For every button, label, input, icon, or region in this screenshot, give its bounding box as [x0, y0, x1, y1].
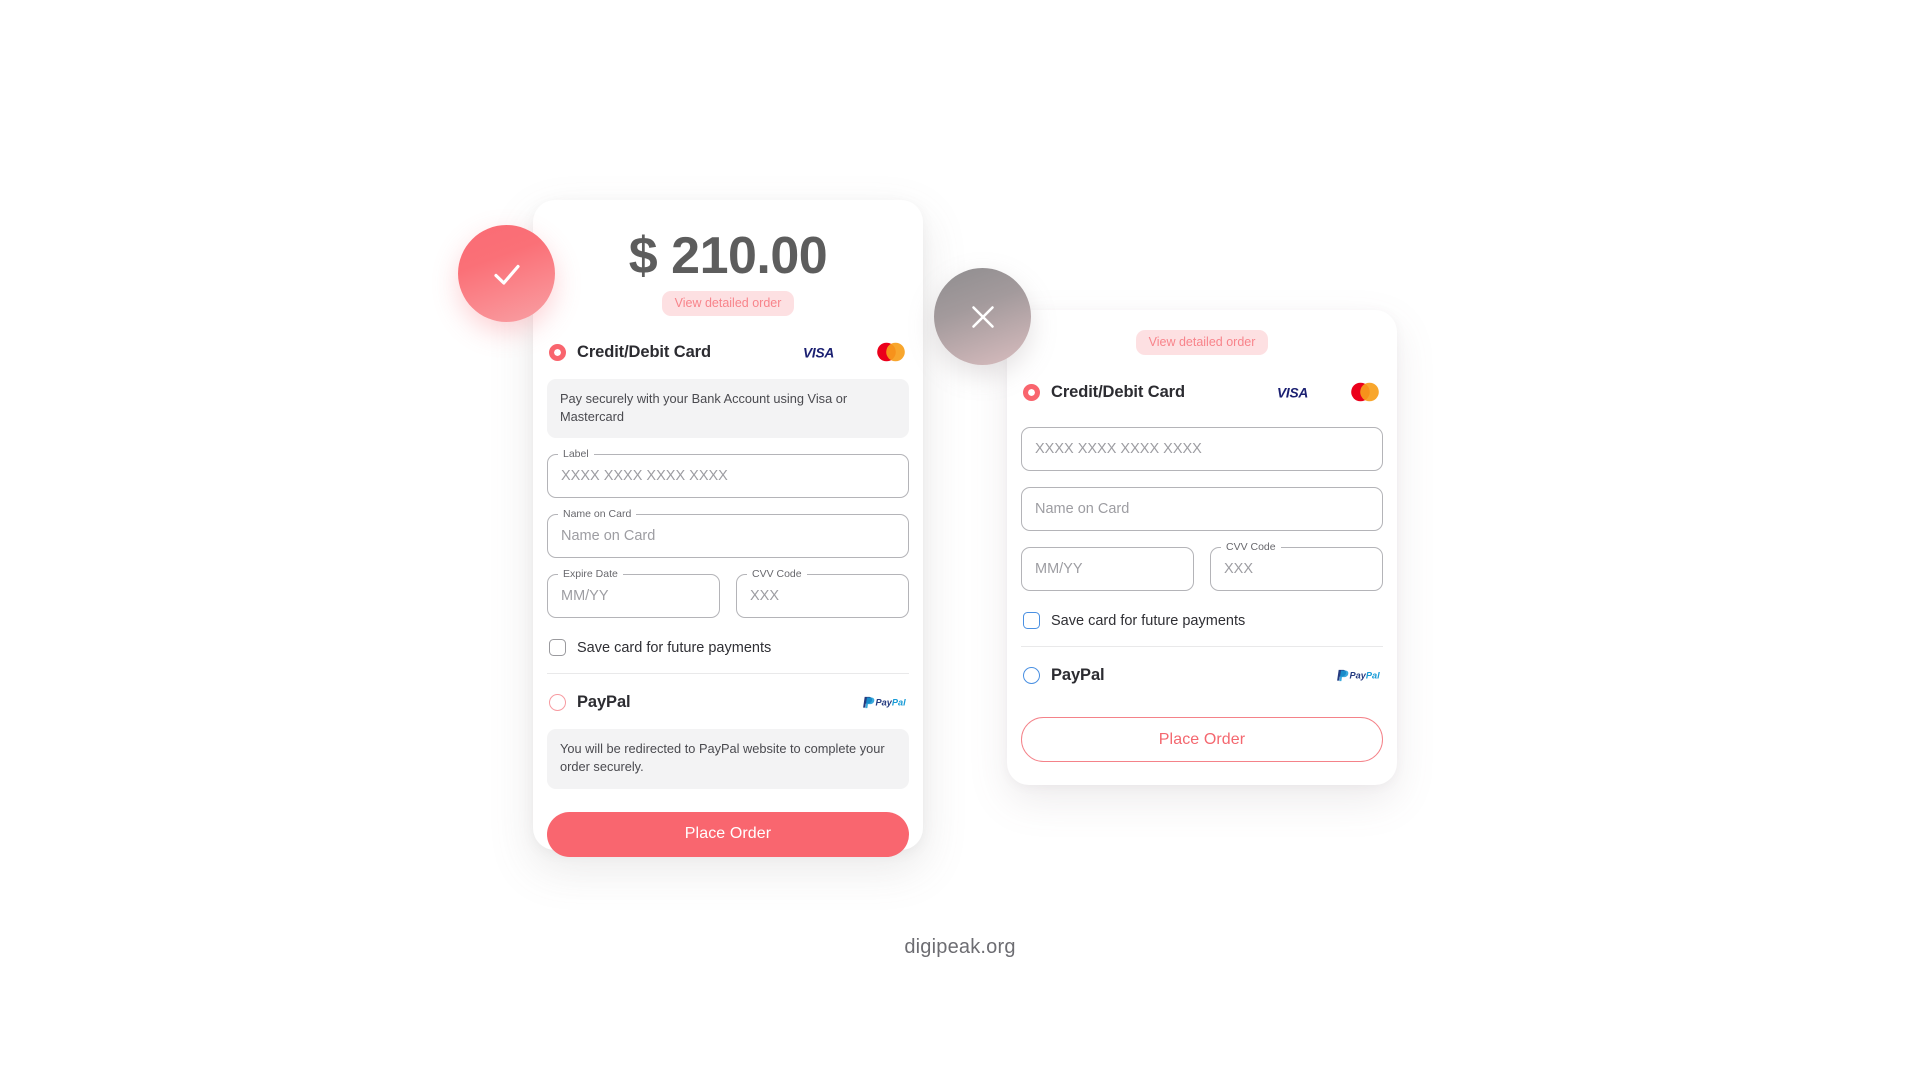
detail-pill-primary-container: View detailed order [533, 291, 923, 316]
field-expire-date-secondary [1021, 547, 1194, 591]
view-detailed-order-link-secondary[interactable]: View detailed order [1135, 330, 1269, 355]
paypal-note-primary: You will be redirected to PayPal website… [547, 729, 909, 789]
detail-pill-secondary-container: View detailed order [1007, 330, 1397, 355]
field-label-cvv-code-secondary: CVV Code [1221, 540, 1281, 554]
card-number-input-primary[interactable] [547, 454, 909, 499]
field-cvv-code-primary: CVV Code [736, 567, 909, 619]
view-detailed-order-link-primary[interactable]: View detailed order [661, 291, 795, 316]
field-name-on-card-secondary [1021, 487, 1383, 531]
field-card-number-secondary [1021, 427, 1383, 471]
section-divider-primary [547, 673, 909, 675]
method-credit-card-secondary[interactable]: Credit/Debit Card VISA [1021, 375, 1383, 409]
expire-date-input-secondary[interactable] [1021, 547, 1194, 591]
method-paypal-secondary[interactable]: PayPal Pay Pal [1021, 658, 1383, 692]
check-icon [493, 264, 520, 285]
radio-paypal-primary[interactable] [549, 693, 566, 711]
save-card-label-secondary: Save card for future payments [1051, 612, 1246, 629]
method-label-paypal-primary: PayPal [577, 692, 631, 711]
save-card-row-secondary[interactable]: Save card for future payments [1021, 612, 1383, 629]
screenshot-root: $ 210.00 View detailed order Credit/Debi… [0, 0, 1920, 1080]
section-divider-secondary [1021, 646, 1383, 647]
success-status-badge [458, 225, 555, 322]
method-label-credit-card-secondary: Credit/Debit Card [1051, 382, 1185, 401]
field-card-number-primary: Label [547, 447, 909, 499]
name-on-card-input-secondary[interactable] [1021, 487, 1383, 531]
primary-card-body: Credit/Debit Card VISA Pay securely with… [533, 335, 923, 857]
expiry-cvv-row-secondary: CVV Code [1021, 531, 1383, 591]
field-name-on-card-primary: Name on Card [547, 507, 909, 559]
order-amount: $ 210.00 [628, 227, 828, 285]
svg-text:Pal: Pal [892, 698, 906, 708]
svg-text:Pal: Pal [1366, 671, 1380, 681]
method-paypal-primary[interactable]: PayPal Pay Pal [547, 685, 909, 719]
radio-credit-card-secondary[interactable] [1023, 383, 1040, 401]
radio-paypal-secondary[interactable] [1023, 666, 1040, 684]
field-label-card-number-primary: Label [558, 447, 594, 462]
mastercard-logo [877, 342, 905, 362]
expiry-cvv-row-primary: Expire Date CVV Code [547, 558, 909, 619]
visa-logo: VISA [1277, 385, 1308, 399]
svg-text:VISA: VISA [1277, 385, 1308, 399]
field-label-expire-date-primary: Expire Date [558, 567, 623, 582]
paypal-logo-container-primary: Pay Pal [861, 695, 907, 709]
field-label-cvv-code-primary: CVV Code [747, 567, 807, 582]
error-status-badge [934, 268, 1031, 365]
svg-text:Pay: Pay [875, 698, 892, 708]
save-card-row-primary[interactable]: Save card for future payments [547, 639, 909, 657]
field-expire-date-primary: Expire Date [547, 567, 720, 619]
svg-text:VISA: VISA [803, 345, 834, 359]
close-icon [971, 305, 994, 328]
method-credit-card-primary[interactable]: Credit/Debit Card VISA [547, 335, 909, 369]
secondary-card-body: Credit/Debit Card VISA XXXX XXXX XXXX XX… [1007, 375, 1397, 762]
svg-text:Pay: Pay [1349, 671, 1366, 681]
field-label-name-on-card-primary: Name on Card [558, 507, 637, 522]
method-label-paypal-secondary: PayPal [1051, 665, 1105, 684]
card-number-input-secondary[interactable] [1021, 427, 1383, 471]
radio-credit-card-primary[interactable] [549, 343, 566, 361]
paypal-logo: Pay Pal [863, 697, 906, 709]
save-card-label-primary: Save card for future payments [577, 639, 772, 656]
footer-brand: digipeak.org [904, 936, 1016, 958]
paypal-logo-container-secondary: Pay Pal [1335, 668, 1381, 682]
paypal-logo: Pay Pal [1337, 669, 1380, 682]
field-cvv-code-secondary: CVV Code [1210, 540, 1383, 591]
mastercard-logo [1351, 382, 1379, 402]
card-brand-logos-primary: VISA [803, 342, 907, 362]
place-order-button-secondary[interactable]: Place Order [1021, 717, 1383, 762]
visa-logo: VISA [803, 345, 834, 359]
save-card-checkbox-secondary[interactable] [1023, 612, 1040, 629]
method-label-credit-card-primary: Credit/Debit Card [577, 342, 711, 361]
card-brand-logos-secondary: VISA [1277, 382, 1381, 402]
credit-card-note-primary: Pay securely with your Bank Account usin… [547, 379, 909, 439]
save-card-checkbox-primary[interactable] [549, 639, 566, 657]
place-order-button-primary[interactable]: Place Order [547, 811, 909, 857]
